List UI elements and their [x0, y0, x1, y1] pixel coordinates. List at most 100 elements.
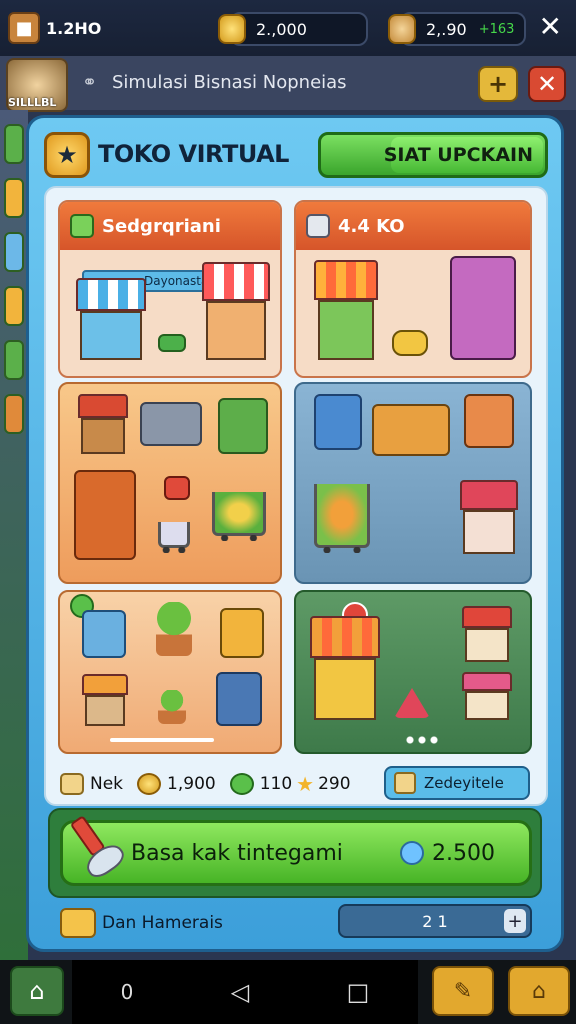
card-tag-label: Dayonasta: [144, 274, 209, 288]
home-icon: ⌂: [29, 977, 45, 1005]
quantity-stepper[interactable]: 2 1 +: [338, 904, 532, 938]
card-title: 4.4 KO: [338, 215, 405, 237]
level-label: 1.2HO: [46, 18, 102, 38]
panel-title: TOKO VIRTUAL: [98, 140, 289, 168]
page-dots: [404, 736, 438, 744]
store-icon: ⌂: [532, 978, 546, 1004]
shop-card-decor[interactable]: [58, 590, 282, 754]
crate-icon[interactable]: ■: [8, 12, 40, 44]
grocery-cart-icon: [212, 492, 266, 541]
shop-card-kiosks[interactable]: 4.4 KO: [294, 200, 532, 378]
zero-button[interactable]: 0: [121, 980, 134, 1004]
small-cart-icon: [158, 522, 190, 553]
build-cost-value: 2.500: [432, 840, 495, 866]
leaf-icon: [70, 214, 94, 238]
upgrade-button-label: SIAT UPCKAIN: [383, 144, 533, 166]
page-title: Simulasi Bisnasi Nopneias: [112, 72, 347, 93]
package-icon: [394, 772, 416, 794]
arcade-cabinet-icon: [74, 470, 136, 560]
side-tab[interactable]: [4, 124, 24, 164]
system-nav: 0 ◁ □: [72, 960, 418, 1024]
gem-value: 2,.90: [426, 19, 467, 39]
fruit-cart-icon: [314, 484, 370, 553]
side-tab[interactable]: [4, 340, 24, 380]
star-icon: ★: [296, 772, 315, 796]
gem-counter[interactable]: 2,.90 +163: [388, 12, 526, 46]
small-plant-icon: [158, 690, 186, 724]
yellow-storefront-icon: [310, 616, 380, 720]
avatar-label: SILLLBL: [8, 96, 57, 109]
cash-register-icon: [372, 404, 450, 456]
card-title: Sedgrqriani: [102, 215, 221, 237]
details-button[interactable]: Zedeyitele: [384, 766, 530, 800]
card-header: Sedgrqriani: [60, 202, 280, 250]
counter-desk-icon: [464, 394, 514, 448]
side-tab[interactable]: [4, 232, 24, 272]
gem-icon: [400, 841, 425, 865]
footer-label: Dan Hamerais: [102, 913, 223, 933]
side-strip: [0, 110, 28, 960]
treasure-pot-icon: [388, 14, 416, 44]
items-value: 110: [259, 774, 293, 794]
coin-stat: 1,900: [137, 773, 216, 795]
red-stall-icon: [202, 262, 270, 360]
home-button[interactable]: ⌂: [10, 966, 64, 1016]
shop-card-carts[interactable]: [58, 382, 282, 584]
coin-stat-value: 1,900: [167, 774, 216, 794]
tent-icon: [394, 688, 430, 718]
blue-stall-icon: [76, 278, 146, 360]
link-icon: ⚭: [82, 72, 98, 93]
cash-icon: [158, 334, 186, 352]
red-cart-icon: [164, 476, 190, 500]
green-kiosk-icon: [314, 260, 378, 360]
side-tab[interactable]: [4, 286, 24, 326]
shop-card-stalls[interactable]: Sedgrqriani Dayonasta: [58, 200, 282, 378]
coin-value: 2.,000: [256, 19, 307, 39]
details-button-label: Zedeyitele: [424, 774, 504, 792]
shop-card-market[interactable]: [294, 382, 532, 584]
edit-icon: ✎: [453, 978, 473, 1004]
add-button[interactable]: +: [478, 66, 518, 102]
vending-machine-icon: [216, 672, 262, 726]
page-slider[interactable]: [110, 738, 214, 742]
coin-icon: [137, 773, 162, 795]
fruit-stand-icon: [78, 394, 128, 454]
side-tab[interactable]: [4, 178, 24, 218]
atm-machine-icon: [450, 256, 516, 360]
coin-counter[interactable]: 2.,000: [218, 12, 368, 46]
gem-bonus: +163: [478, 21, 515, 37]
plus-icon[interactable]: +: [504, 909, 526, 933]
edit-shop-button[interactable]: ✎: [432, 966, 494, 1016]
storefront-button[interactable]: ⌂: [508, 966, 570, 1016]
pink-shop-icon: [460, 480, 518, 554]
blue-crate-icon: [82, 610, 126, 658]
store-stat: Nek: [60, 773, 123, 795]
stars-value: 290: [318, 774, 351, 794]
coin-bag-icon: [218, 14, 246, 44]
car-icon: [392, 330, 428, 356]
close-icon[interactable]: ✕: [539, 10, 562, 43]
red-awning-shop-icon: [462, 606, 512, 662]
yellow-kiosk-icon: [220, 608, 264, 658]
recents-icon[interactable]: □: [347, 978, 370, 1006]
shop-box-icon: ★: [44, 132, 90, 178]
close-button[interactable]: ✕: [528, 66, 566, 102]
card-header: 4.4 KO: [296, 202, 530, 250]
orange-booth-icon: [82, 674, 128, 726]
blue-building-icon: [314, 394, 362, 450]
build-cost: 2.500: [400, 841, 495, 866]
pink-awning-shop-icon: [462, 672, 512, 720]
pencil-icon: [306, 214, 330, 238]
back-icon[interactable]: ◁: [231, 978, 249, 1006]
potted-plant-icon: [156, 602, 192, 656]
items-stat: 110 ★ 290: [229, 772, 351, 796]
checkout-counter-icon: [140, 402, 202, 446]
side-tab[interactable]: [4, 394, 24, 434]
leaf-badge-icon: [229, 773, 254, 795]
build-button-label: Basa kak tintegami: [131, 840, 343, 866]
shop-card-storefronts[interactable]: [294, 590, 532, 754]
box-icon: [60, 773, 84, 795]
folder-icon: [60, 908, 96, 938]
shelf-icon: [218, 398, 268, 454]
upgrade-button[interactable]: SIAT UPCKAIN: [318, 132, 548, 178]
